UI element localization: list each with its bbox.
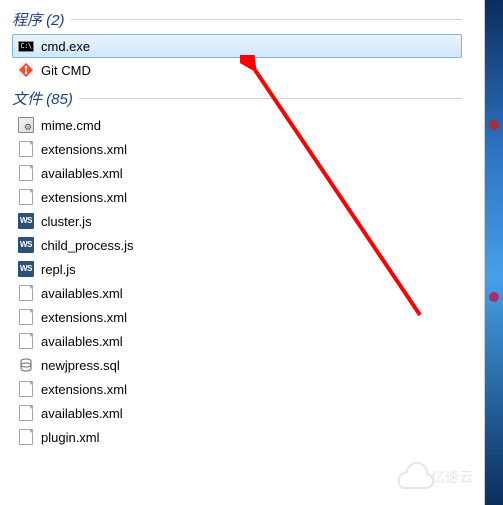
- file-label: extensions.xml: [41, 310, 127, 325]
- ws-icon: [17, 260, 35, 278]
- ws-icon: [17, 236, 35, 254]
- file-label: availables.xml: [41, 406, 123, 421]
- panel-right-edge: [471, 0, 485, 505]
- watermark-text: 亿速云: [431, 470, 473, 486]
- taskbar-icon: [489, 120, 499, 130]
- file-label: extensions.xml: [41, 382, 127, 397]
- file-icon: [17, 308, 35, 326]
- file-label: extensions.xml: [41, 142, 127, 157]
- file-item[interactable]: child_process.js: [12, 233, 462, 257]
- file-label: availables.xml: [41, 286, 123, 301]
- program-label: Git CMD: [41, 63, 91, 78]
- file-label: extensions.xml: [41, 190, 127, 205]
- file-icon: [17, 140, 35, 158]
- file-icon: [17, 164, 35, 182]
- file-icon: [17, 284, 35, 302]
- file-label: newjpress.sql: [41, 358, 120, 373]
- file-label: mime.cmd: [41, 118, 101, 133]
- files-section-header: 文件 (85): [8, 84, 466, 111]
- file-icon: [17, 428, 35, 446]
- file-icon: [17, 380, 35, 398]
- program-item-cmd[interactable]: cmd.exe: [12, 34, 462, 58]
- file-icon: [17, 332, 35, 350]
- file-item[interactable]: availables.xml: [12, 161, 462, 185]
- files-list: mime.cmd extensions.xml availables.xml e…: [8, 111, 466, 451]
- git-icon: [17, 61, 35, 79]
- divider: [71, 19, 462, 20]
- file-icon: [17, 188, 35, 206]
- file-item[interactable]: availables.xml: [12, 329, 462, 353]
- file-item[interactable]: cluster.js: [12, 209, 462, 233]
- file-item[interactable]: availables.xml: [12, 281, 462, 305]
- file-label: plugin.xml: [41, 430, 100, 445]
- watermark: 亿速云: [393, 458, 473, 495]
- divider: [79, 98, 462, 99]
- file-label: child_process.js: [41, 238, 134, 253]
- sql-icon: [17, 356, 35, 374]
- file-icon: [17, 404, 35, 422]
- taskbar-strip: [485, 0, 503, 505]
- file-item[interactable]: extensions.xml: [12, 305, 462, 329]
- file-item[interactable]: availables.xml: [12, 401, 462, 425]
- file-item[interactable]: repl.js: [12, 257, 462, 281]
- program-item-git-cmd[interactable]: Git CMD: [12, 58, 462, 82]
- cmd-icon: [17, 37, 35, 55]
- mime-icon: [17, 116, 35, 134]
- file-item[interactable]: newjpress.sql: [12, 353, 462, 377]
- programs-section-title: 程序 (2): [12, 9, 65, 30]
- programs-list: cmd.exe Git CMD: [8, 32, 466, 84]
- file-label: cluster.js: [41, 214, 92, 229]
- programs-section-header: 程序 (2): [8, 5, 466, 32]
- file-item[interactable]: mime.cmd: [12, 113, 462, 137]
- file-item[interactable]: extensions.xml: [12, 185, 462, 209]
- file-label: availables.xml: [41, 334, 123, 349]
- file-item[interactable]: extensions.xml: [12, 137, 462, 161]
- search-results-panel: 程序 (2) cmd.exe Git CMD 文件 (85) mime.cmd …: [8, 5, 466, 500]
- file-label: repl.js: [41, 262, 76, 277]
- program-label: cmd.exe: [41, 39, 90, 54]
- file-item[interactable]: extensions.xml: [12, 377, 462, 401]
- file-label: availables.xml: [41, 166, 123, 181]
- file-item[interactable]: plugin.xml: [12, 425, 462, 449]
- ws-icon: [17, 212, 35, 230]
- files-section-title: 文件 (85): [12, 88, 73, 109]
- taskbar-icon: [489, 292, 499, 302]
